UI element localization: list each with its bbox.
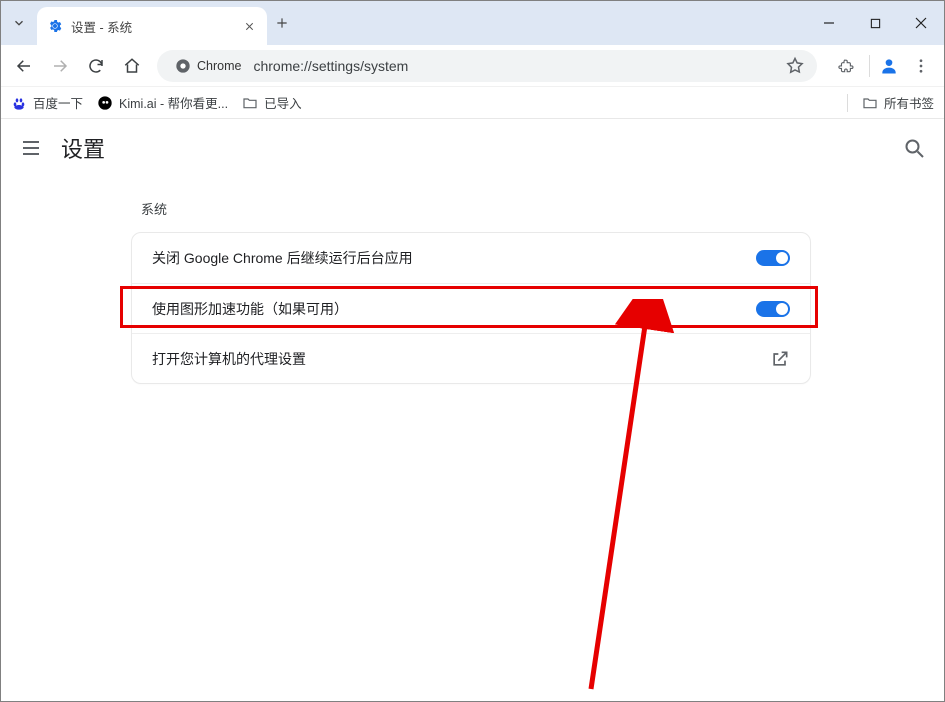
menu-button[interactable] bbox=[904, 49, 938, 83]
external-link-icon bbox=[770, 349, 790, 369]
site-chip-label: Chrome bbox=[197, 59, 241, 73]
browser-toolbar: Chrome chrome://settings/system bbox=[1, 45, 944, 87]
chrome-icon bbox=[175, 58, 191, 74]
home-icon bbox=[123, 57, 141, 75]
row-background-apps[interactable]: 关闭 Google Chrome 后继续运行后台应用 bbox=[132, 233, 810, 283]
tab-close-button[interactable] bbox=[241, 18, 257, 34]
home-button[interactable] bbox=[115, 49, 149, 83]
bookmark-item-baidu[interactable]: 百度一下 bbox=[11, 93, 83, 112]
row-graphics-acceleration[interactable]: 使用图形加速功能（如果可用） bbox=[132, 283, 810, 333]
site-chip[interactable]: Chrome bbox=[169, 58, 247, 74]
tabs-dropdown-button[interactable] bbox=[1, 1, 37, 45]
chevron-down-icon bbox=[12, 16, 26, 30]
plus-icon bbox=[275, 16, 289, 30]
bookmark-item-imported[interactable]: 已导入 bbox=[242, 93, 302, 112]
page-title: 设置 bbox=[61, 132, 105, 164]
close-window-button[interactable] bbox=[898, 1, 944, 45]
tab-title: 设置 - 系统 bbox=[71, 17, 241, 36]
back-button[interactable] bbox=[7, 49, 41, 83]
bookmark-label: Kimi.ai - 帮你看更... bbox=[119, 93, 228, 112]
address-bar[interactable]: Chrome chrome://settings/system bbox=[157, 50, 817, 82]
close-icon bbox=[244, 21, 255, 32]
toggle-background-apps[interactable] bbox=[756, 250, 790, 266]
reload-icon bbox=[87, 57, 105, 75]
maximize-icon bbox=[870, 18, 881, 29]
title-spacer bbox=[297, 1, 806, 45]
arrow-left-icon bbox=[15, 57, 33, 75]
url-text: chrome://settings/system bbox=[253, 58, 408, 74]
folder-icon bbox=[862, 95, 878, 111]
minimize-button[interactable] bbox=[806, 1, 852, 45]
row-label: 关闭 Google Chrome 后继续运行后台应用 bbox=[152, 248, 756, 268]
window-title-bar: 设置 - 系统 bbox=[1, 1, 944, 45]
toggle-graphics-acceleration[interactable] bbox=[756, 301, 790, 317]
profile-button[interactable] bbox=[876, 53, 902, 79]
minimize-icon bbox=[823, 17, 835, 29]
folder-icon bbox=[242, 95, 258, 111]
maximize-button[interactable] bbox=[852, 1, 898, 45]
kimi-icon bbox=[97, 95, 113, 111]
close-icon bbox=[915, 17, 927, 29]
forward-button[interactable] bbox=[43, 49, 77, 83]
toolbar-divider bbox=[869, 55, 870, 77]
baidu-icon bbox=[11, 95, 27, 111]
toolbar-right bbox=[829, 49, 938, 83]
row-label: 使用图形加速功能（如果可用） bbox=[152, 299, 756, 319]
all-bookmarks-label: 所有书签 bbox=[884, 93, 934, 112]
bookmark-label: 百度一下 bbox=[33, 93, 83, 112]
bookmarks-divider bbox=[847, 94, 848, 112]
reload-button[interactable] bbox=[79, 49, 113, 83]
window-controls bbox=[806, 1, 944, 45]
system-settings-card: 关闭 Google Chrome 后继续运行后台应用 使用图形加速功能（如果可用… bbox=[131, 232, 811, 384]
row-label: 打开您计算机的代理设置 bbox=[152, 349, 770, 369]
person-icon bbox=[879, 56, 899, 76]
section-label: 系统 bbox=[141, 199, 944, 218]
browser-tab[interactable]: 设置 - 系统 bbox=[37, 7, 267, 45]
gear-icon bbox=[47, 18, 63, 34]
all-bookmarks-button[interactable]: 所有书签 bbox=[862, 93, 934, 112]
row-proxy-settings[interactable]: 打开您计算机的代理设置 bbox=[132, 333, 810, 383]
arrow-right-icon bbox=[51, 57, 69, 75]
bookmark-label: 已导入 bbox=[264, 93, 302, 112]
search-button[interactable] bbox=[902, 136, 926, 160]
menu-hamburger-button[interactable] bbox=[19, 136, 43, 160]
extensions-button[interactable] bbox=[829, 49, 863, 83]
settings-header: 设置 bbox=[1, 119, 944, 177]
bookmark-star-button[interactable] bbox=[785, 56, 805, 76]
bookmarks-bar: 百度一下 Kimi.ai - 帮你看更... 已导入 所有书签 bbox=[1, 87, 944, 119]
settings-content: 系统 关闭 Google Chrome 后继续运行后台应用 使用图形加速功能（如… bbox=[1, 199, 944, 702]
new-tab-button[interactable] bbox=[267, 1, 297, 45]
kebab-icon bbox=[912, 57, 930, 75]
bookmark-item-kimi[interactable]: Kimi.ai - 帮你看更... bbox=[97, 93, 228, 112]
puzzle-icon bbox=[837, 57, 855, 75]
